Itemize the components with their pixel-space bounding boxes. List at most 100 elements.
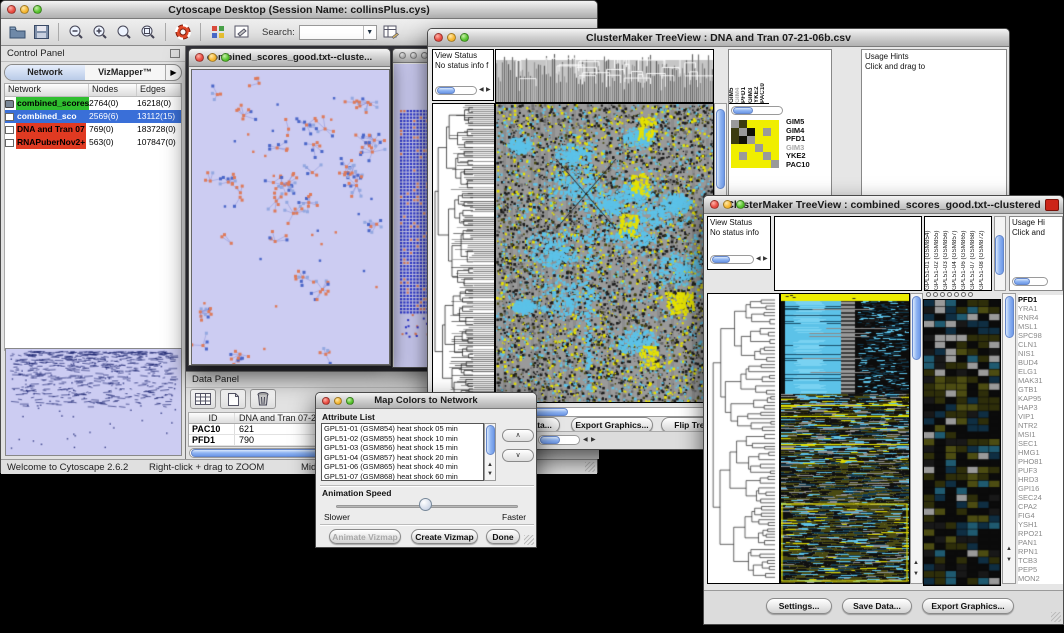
attribute-list-vscrollbar[interactable]: ▲ ▼ [484,423,496,481]
close-button[interactable] [710,200,719,209]
annotation-icon[interactable] [232,22,252,42]
scroll-thumb[interactable] [995,235,1004,275]
zoom-in-icon[interactable] [90,22,110,42]
tv2-gene-vscrollbar[interactable]: ▲ ▼ [1002,293,1016,584]
minimize-button[interactable] [410,52,417,59]
minimize-button[interactable] [208,53,217,62]
tab-vizmapper[interactable]: VizMapper™ [85,65,165,80]
scroll-up-icon[interactable]: ▲ [487,462,493,469]
scroll-thumb[interactable] [712,256,730,263]
network-name-cell[interactable]: combined_scores_ [5,97,89,110]
tab-network[interactable]: Network [5,65,85,80]
scroll-thumb[interactable] [1005,296,1014,338]
scroll-up-icon[interactable]: ▲ [913,560,919,567]
zoom-button[interactable] [33,5,42,14]
zoom-selected-icon[interactable] [138,22,158,42]
scroll-down-icon[interactable]: ▼ [1006,557,1012,564]
attribute-list-item[interactable]: GPL51-04 (GSM857) heat shock 20 min [322,453,483,463]
tv2-save-data-button[interactable]: Save Data... [842,598,912,614]
zoom-button[interactable] [736,200,745,209]
delete-attribute-button[interactable] [250,389,276,409]
attribute-list-item[interactable]: GPL51-07 (GSM868) heat shock 60 min [322,472,483,481]
help-lifesaver-icon[interactable] [173,22,193,42]
vizmapper-grid-icon[interactable] [208,22,228,42]
network-name-cell[interactable]: DNA and Tran 07 [5,123,89,136]
close-button[interactable] [7,5,16,14]
minimize-button[interactable] [447,33,456,42]
zoom-button[interactable] [221,53,230,62]
attribute-browser-icon[interactable] [381,22,401,42]
zoom-out-icon[interactable] [66,22,86,42]
attribute-select-button[interactable] [190,389,216,409]
scroll-up-icon[interactable]: ▲ [1006,546,1012,553]
tv1-row-dendrogram[interactable] [432,103,495,403]
tv2-column-vscrollbar[interactable] [994,216,1006,291]
dialog-titlebar[interactable]: Map Colors to Network [316,393,536,409]
minimize-button[interactable] [20,5,29,14]
scroll-thumb[interactable] [437,87,455,94]
tv1-column-dendrogram[interactable] [495,49,714,103]
scroll-left-icon[interactable]: ◀ [479,87,484,94]
tv2-settings-button[interactable]: Settings... [766,598,832,614]
tv1-detail-scrollbar[interactable] [731,106,783,115]
scroll-thumb[interactable] [486,425,495,455]
tv1-bottom-scrollbar[interactable] [538,435,580,445]
col-edges[interactable]: Edges [137,84,181,96]
scroll-thumb[interactable] [716,109,725,189]
resize-grip[interactable] [1051,612,1061,622]
search-combobox[interactable]: ▼ [299,25,377,40]
network-table-row[interactable]: RNAPuberNov2+563(0)107847(0) [5,136,181,149]
close-button[interactable] [399,52,406,59]
zoom-fit-icon[interactable] [114,22,134,42]
tv1-mini-heatmap[interactable] [731,120,779,168]
close-button[interactable] [195,53,204,62]
attribute-list-item[interactable]: GPL51-02 (GSM855) heat shock 10 min [322,434,483,444]
col-id[interactable]: ID [189,413,235,423]
scroll-left-icon[interactable]: ◀ [756,256,761,263]
network-table-row[interactable]: DNA and Tran 07769(0)183728(0) [5,123,181,136]
scroll-down-icon[interactable]: ▼ [487,471,493,478]
network-table-row[interactable]: combined_sco2569(6)13112(15) [5,110,181,123]
tv2-export-graphics-button[interactable]: Export Graphics... [922,598,1014,614]
resize-grip[interactable] [524,535,534,545]
scroll-right-icon[interactable]: ▶ [486,87,491,94]
tv2-row-dendrogram[interactable] [707,293,780,584]
combo-dropdown-icon[interactable]: ▼ [363,26,376,39]
tv1-heatmap[interactable] [495,103,714,403]
network-name-cell[interactable]: RNAPuberNov2+ [5,136,89,149]
attribute-list-item[interactable]: GPL51-01 (GSM854) heat shock 05 min [322,424,483,434]
scroll-thumb[interactable] [912,296,921,360]
slider-thumb[interactable] [419,498,432,511]
main-titlebar[interactable]: Cytoscape Desktop (Session Name: collins… [1,1,597,19]
network-overview[interactable] [5,348,182,456]
tv2-column-dendrogram-area[interactable] [774,216,922,291]
tv2-titlebar[interactable]: ClusterMaker TreeView : combined_scores_… [704,196,1063,214]
attribute-list-item[interactable]: GPL51-03 (GSM856) heat shock 15 min [322,443,483,453]
tv1-titlebar[interactable]: ClusterMaker TreeView : DNA and Tran 07-… [428,29,1009,47]
scroll-right-icon[interactable]: ▶ [591,437,596,444]
col-network[interactable]: Network [5,84,89,96]
network-name-cell[interactable]: combined_sco [5,110,89,123]
tv2-status-scrollbar[interactable] [710,255,754,264]
minimize-button[interactable] [334,397,342,405]
move-up-button[interactable]: ∧ [502,429,534,442]
done-button[interactable]: Done [486,529,520,544]
tv2-heatmap[interactable] [780,293,910,584]
zoom-button[interactable] [346,397,354,405]
tab-overflow-arrow[interactable]: ▶ [165,65,181,80]
zoom-button[interactable] [460,33,469,42]
float-panel-icon[interactable] [170,49,180,58]
attribute-list[interactable]: GPL51-01 (GSM854) heat shock 05 minGPL51… [321,423,484,481]
new-attribute-button[interactable] [220,389,246,409]
tv2-zoom-heatmap[interactable] [923,299,1001,586]
col-nodes[interactable]: Nodes [89,84,137,96]
close-button[interactable] [434,33,443,42]
move-down-button[interactable]: ∨ [502,449,534,462]
tv2-usage-scrollbar[interactable] [1012,277,1048,286]
scroll-right-icon[interactable]: ▶ [763,256,768,263]
net1-titlebar[interactable]: combined_scores_good.txt--cluste... [189,49,390,67]
animate-vizmap-button[interactable]: Animate Vizmap [329,529,401,544]
tv1-status-scrollbar[interactable] [435,86,477,95]
scroll-thumb[interactable] [733,107,753,114]
resize-grip[interactable] [585,462,595,472]
